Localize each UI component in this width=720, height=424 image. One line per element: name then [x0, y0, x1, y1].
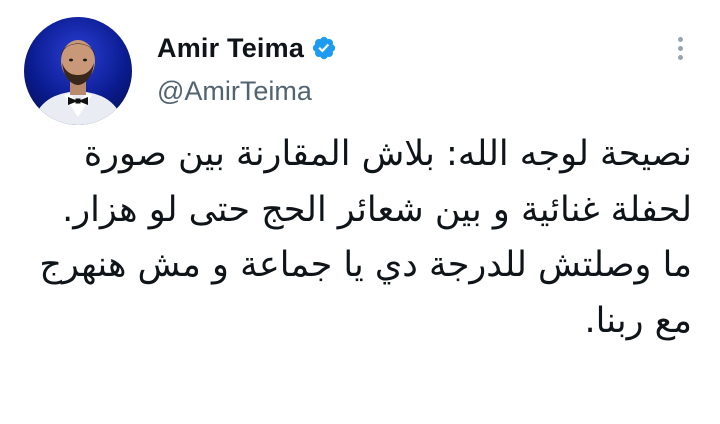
tweet-text-paragraph: ما وصلتش للدرجة دي يا جماعة و مش هنهرج م…: [39, 245, 692, 341]
author-name-row[interactable]: Amir Teima: [157, 30, 337, 66]
more-dot-icon: [677, 36, 683, 42]
more-dot-icon: [677, 45, 683, 51]
verified-badge-icon: [311, 35, 337, 61]
more-options-button[interactable]: [664, 30, 696, 66]
author-handle[interactable]: @AmirTeima: [157, 76, 312, 107]
profile-photo-icon: [24, 17, 132, 125]
author-display-name[interactable]: Amir Teima: [157, 33, 304, 64]
more-dot-icon: [677, 54, 683, 60]
author-avatar[interactable]: [24, 17, 132, 125]
tweet-text: نصيحة لوجه الله: بلاش المقارنة بين صورة …: [32, 127, 692, 349]
tweet-card: Amir Teima @AmirTeima نصيحة لوجه الله: ب…: [0, 0, 720, 424]
tweet-text-paragraph: نصيحة لوجه الله: بلاش المقارنة بين صورة …: [62, 134, 692, 230]
